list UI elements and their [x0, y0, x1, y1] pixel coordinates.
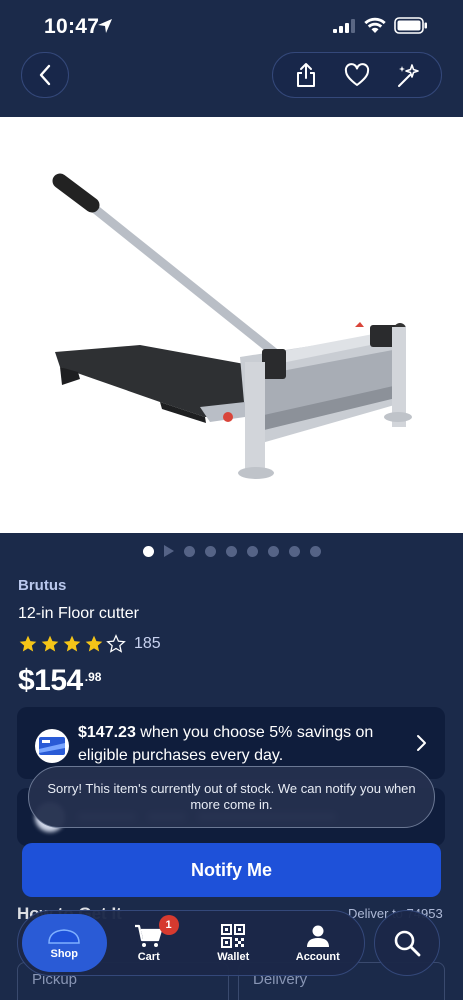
location-arrow-icon: [98, 19, 112, 33]
tab-label: Account: [295, 950, 340, 963]
image-carousel-indicator: [0, 544, 463, 558]
carousel-dot[interactable]: [288, 545, 300, 557]
video-dot-icon[interactable]: [163, 545, 174, 557]
product-image[interactable]: [0, 117, 463, 533]
heart-icon: [344, 63, 370, 86]
share-icon: [297, 63, 316, 87]
credit-card-icon: [35, 729, 69, 763]
sparkle-icon: [397, 64, 419, 87]
top-bar: [0, 52, 463, 116]
status-time: 10:47: [44, 15, 100, 38]
floor-cutter-image: [52, 173, 412, 479]
notify-me-button[interactable]: Notify Me: [22, 843, 441, 897]
carousel-dot[interactable]: [309, 545, 321, 557]
person-icon: [306, 925, 329, 947]
share-button[interactable]: [286, 55, 326, 95]
savings-price: $147.23: [78, 724, 136, 741]
tab-label: Cart: [137, 950, 160, 963]
cart-badge: 1: [158, 915, 179, 935]
shop-icon: [48, 928, 81, 944]
product-brand-link[interactable]: Brutus: [18, 577, 66, 594]
carousel-dot[interactable]: [246, 545, 258, 557]
price-cents: .98: [84, 670, 102, 684]
out-of-stock-toast: Sorry! This item's currently out of stoc…: [28, 766, 435, 828]
tab-cart[interactable]: 1 Cart: [107, 914, 192, 972]
favorite-button[interactable]: [337, 55, 377, 95]
star-filled-icon: [41, 635, 59, 652]
star-empty-icon: [106, 634, 126, 653]
bottom-tab-bar: Shop 1 Cart Wallet Account: [17, 910, 365, 976]
qr-code-icon: [221, 923, 246, 948]
tab-wallet[interactable]: Wallet: [191, 914, 276, 972]
tab-label: Wallet: [217, 950, 250, 963]
product-rating[interactable]: 185: [18, 633, 161, 655]
cellular-signal-icon: [333, 19, 355, 33]
product-actions: [272, 52, 442, 98]
chevron-left-icon: [39, 64, 51, 86]
carousel-dot[interactable]: [183, 545, 195, 557]
tab-account[interactable]: Account: [276, 914, 361, 972]
sparkle-button[interactable]: [388, 55, 428, 95]
star-filled-icon: [85, 635, 103, 652]
savings-text: $147.23 when you choose 5% savings on el…: [78, 721, 408, 767]
star-filled-icon: [19, 635, 37, 652]
product-price: $154 .98: [18, 664, 101, 698]
battery-icon: [394, 17, 427, 34]
carousel-dot[interactable]: [267, 545, 279, 557]
chevron-right-icon: [417, 735, 426, 751]
review-count: 185: [134, 635, 161, 652]
search-icon: [394, 930, 421, 957]
tab-label: Shop: [50, 947, 79, 960]
tab-shop[interactable]: Shop: [22, 914, 107, 972]
status-bar: 10:47: [0, 0, 463, 52]
star-filled-icon: [63, 635, 81, 652]
product-title: 12-in Floor cutter: [18, 605, 139, 622]
back-button[interactable]: [21, 52, 69, 98]
carousel-dot[interactable]: [142, 545, 154, 557]
wifi-icon: [364, 17, 386, 33]
carousel-dot[interactable]: [225, 545, 237, 557]
price-dollars: $154: [18, 664, 83, 697]
carousel-dot[interactable]: [204, 545, 216, 557]
search-button[interactable]: [374, 910, 440, 976]
